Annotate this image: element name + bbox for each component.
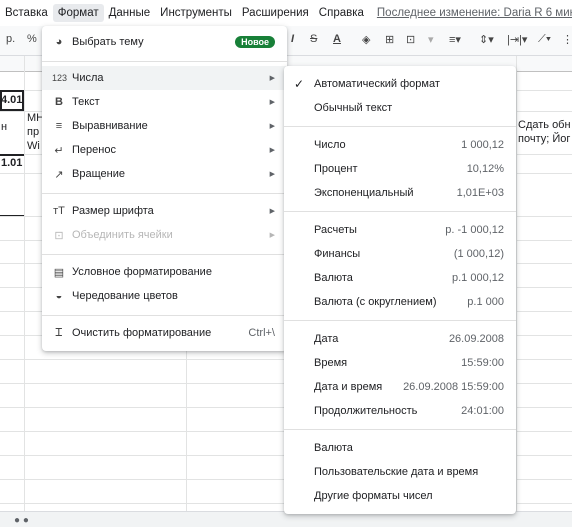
menu-item-automatic[interactable]: ✓ Автоматический формат [284, 72, 516, 96]
menu-item-rotate[interactable]: ↗ Вращение ▶ [42, 162, 287, 186]
rotate-icon: ↗ [54, 168, 64, 181]
merge-cells-icon[interactable]: ⊡ [406, 33, 415, 46]
menu-item-datetime[interactable]: Дата и время 26.09.2008 15:59:00 [284, 375, 516, 399]
menu-item-clear[interactable]: Ꮖ Очистить форматирование Ctrl+\ [42, 321, 287, 345]
cell-pr[interactable]: пр [27, 126, 39, 138]
cell-fragment[interactable]: н [1, 121, 7, 133]
italic-icon[interactable]: I [291, 33, 294, 45]
menu-item-date[interactable]: Дата 26.09.2008 [284, 327, 516, 351]
droplet-icon: ◒ [55, 290, 63, 302]
menu-tools[interactable]: Инструменты [155, 4, 237, 22]
merge-icon: ⊡ [54, 229, 64, 242]
fill-color-icon[interactable]: ◈ [362, 33, 370, 46]
horizontal-align-icon[interactable]: ≡▾ [449, 33, 461, 46]
menu-item-custom-currency[interactable]: Валюта [284, 436, 516, 460]
menu-item-number[interactable]: Число 1 000,12 [284, 133, 516, 157]
menu-item-font-size[interactable]: тT Размер шрифта ▶ [42, 199, 287, 223]
menu-item-time[interactable]: Время 15:59:00 [284, 351, 516, 375]
menu-format[interactable]: Формат [52, 4, 104, 22]
menu-item-wrap[interactable]: ↵ Перенос ▶ [42, 138, 287, 162]
submenu-arrow-icon: ▶ [269, 99, 275, 106]
text-wrap-icon[interactable]: |⇥|▾ [507, 33, 527, 46]
vertical-align-icon[interactable]: ⇕▾ [479, 33, 494, 46]
menu-item-numbers[interactable]: 123 Числа ▶ [42, 66, 287, 90]
clear-format-icon: Ꮖ [55, 326, 63, 339]
submenu-arrow-icon: ▶ [269, 147, 275, 154]
text-color-icon[interactable]: A [333, 33, 341, 45]
menu-item-plain-text[interactable]: Обычный текст [284, 96, 516, 120]
sheet-tab[interactable]: ● ● [14, 515, 29, 526]
conditional-format-icon: ▤ [53, 266, 65, 279]
more-icon[interactable]: ⋮ [562, 33, 572, 46]
menu-item-align[interactable]: ≡ Выравнивание ▶ [42, 114, 287, 138]
menu-item-alternating[interactable]: ◒ Чередование цветов [42, 284, 287, 308]
wrap-icon: ↵ [54, 144, 64, 157]
submenu-arrow-icon: ▶ [269, 232, 275, 239]
menu-help[interactable]: Справка [314, 4, 369, 22]
submenu-arrow-icon: ▶ [269, 208, 275, 215]
cell-date-1[interactable]: 4.01 [1, 94, 22, 106]
font-size-icon: тT [53, 205, 65, 217]
menubar: Вставка Формат Данные Инструменты Расшир… [0, 0, 572, 26]
text-rotation-icon[interactable]: ⟋▾ [538, 33, 551, 46]
menu-item-conditional[interactable]: ▤ Условное форматирование [42, 260, 287, 284]
cell-right-1[interactable]: Сдать обн [518, 119, 571, 131]
numbers-icon: 123 [52, 73, 68, 83]
menu-item-more-formats[interactable]: Другие форматы чисел [284, 484, 516, 508]
menu-item-scientific[interactable]: Экспоненциальный 1,01E+03 [284, 181, 516, 205]
cell-date-2[interactable]: 1.01 [1, 157, 22, 169]
align-icon: ≡ [55, 120, 63, 132]
new-badge: Новое [235, 36, 275, 48]
percent-format-button[interactable]: % [27, 33, 37, 45]
numbers-submenu: ✓ Автоматический формат Обычный текст Чи… [284, 66, 516, 514]
cell-right-2[interactable]: почту; Йог [518, 133, 570, 145]
menu-data[interactable]: Данные [104, 4, 156, 22]
strikethrough-icon[interactable]: S [310, 33, 317, 45]
last-edit-link[interactable]: Последнее изменение: Daria R 6 минут наз [377, 7, 572, 19]
shortcut-label: Ctrl+\ [248, 327, 275, 339]
currency-format-button[interactable]: р. [6, 33, 15, 45]
menu-insert[interactable]: Вставка [0, 4, 53, 22]
format-menu: ◕ Выбрать тему Новое 123 Числа ▶ B Текст… [42, 26, 287, 351]
merge-dropdown-icon[interactable]: ▾ [428, 33, 434, 46]
menu-item-merge[interactable]: ⊡ Объединить ячейки ▶ [42, 223, 287, 247]
menu-item-duration[interactable]: Продолжительность 24:01:00 [284, 399, 516, 423]
menu-extensions[interactable]: Расширения [237, 4, 314, 22]
submenu-arrow-icon: ▶ [269, 75, 275, 82]
menu-item-accounting[interactable]: Расчеты р. -1 000,12 [284, 218, 516, 242]
menu-item-percent[interactable]: Процент 10,12% [284, 157, 516, 181]
menu-item-currency[interactable]: Валюта р.1 000,12 [284, 266, 516, 290]
submenu-arrow-icon: ▶ [269, 123, 275, 130]
bold-icon: B [55, 96, 63, 108]
check-icon: ✓ [294, 77, 305, 91]
borders-icon[interactable]: ⊞ [385, 33, 394, 46]
menu-item-custom-datetime[interactable]: Пользовательские дата и время [284, 460, 516, 484]
menu-item-theme[interactable]: ◕ Выбрать тему Новое [42, 30, 287, 54]
menu-item-text[interactable]: B Текст ▶ [42, 90, 287, 114]
menu-item-currency-rounded[interactable]: Валюта (с округлением) р.1 000 [284, 290, 516, 314]
cell-wi[interactable]: Wi [27, 140, 40, 152]
submenu-arrow-icon: ▶ [269, 171, 275, 178]
palette-icon: ◕ [55, 36, 63, 48]
menu-item-financial[interactable]: Финансы (1 000,12) [284, 242, 516, 266]
